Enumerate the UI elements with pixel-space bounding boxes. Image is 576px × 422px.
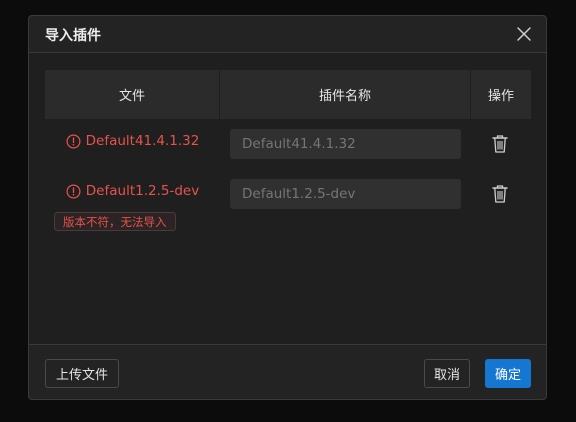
file-name: Default1.2.5-dev <box>85 183 200 199</box>
plugin-table: 文件 插件名称 操作 Default41.4.1.32 Default41.4.… <box>45 70 531 231</box>
trash-icon[interactable] <box>492 185 508 203</box>
import-plugin-dialog: 导入插件 文件 插件名称 操作 Default41.4.1.32 Default… <box>28 15 547 400</box>
file-cell: Default1.2.5-dev <box>45 183 220 199</box>
table-row: Default41.4.1.32 <box>45 119 531 169</box>
table-header: 文件 插件名称 操作 <box>45 70 531 119</box>
column-header-action: 操作 <box>487 89 514 104</box>
version-error-tag: 版本不符，无法导入 <box>54 212 176 231</box>
dialog-title: 导入插件 <box>45 28 101 44</box>
warning-circle-icon <box>66 134 81 148</box>
cancel-button[interactable]: 取消 <box>424 359 470 388</box>
column-header-file: 文件 <box>45 70 220 119</box>
trash-icon[interactable] <box>492 135 508 153</box>
table-row: Default1.2.5-dev 版本不符，无法导入 <box>45 169 531 231</box>
upload-file-button[interactable]: 上传文件 <box>45 359 119 388</box>
dialog-header: 导入插件 <box>29 16 546 53</box>
column-header-plugin-name: 插件名称 <box>220 70 471 119</box>
file-name: Default41.4.1.32 <box>85 133 200 149</box>
dialog-footer: 上传文件 取消 确定 <box>29 345 546 399</box>
plugin-name-input[interactable] <box>230 129 461 159</box>
confirm-button[interactable]: 确定 <box>485 359 531 388</box>
file-cell: Default41.4.1.32 <box>45 133 220 149</box>
dialog-body: 文件 插件名称 操作 Default41.4.1.32 Default41.4.… <box>29 53 546 345</box>
close-icon[interactable] <box>516 26 532 42</box>
plugin-name-input[interactable] <box>230 179 461 209</box>
warning-circle-icon <box>66 184 81 198</box>
